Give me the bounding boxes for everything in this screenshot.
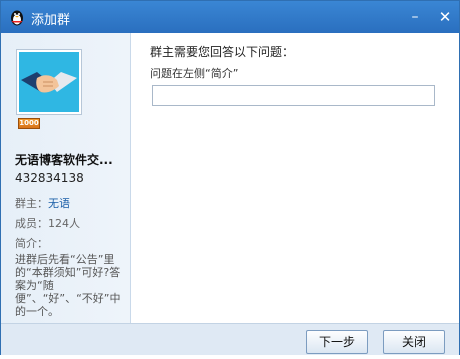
penguin-icon	[8, 8, 26, 26]
question-text: 问题在左侧“简介”	[150, 67, 239, 80]
owner-link[interactable]: 无语	[48, 197, 70, 210]
intro-text: 进群后先看“公告”里的“本群须知”可好?答案为“随便”、“好”、“不好”中的一个…	[15, 253, 121, 318]
members-value: 124人	[48, 217, 80, 230]
members-label: 成员：	[15, 217, 48, 230]
close-window-button[interactable]: ✕	[434, 6, 456, 28]
group-id: 432834138	[15, 171, 84, 185]
question-panel: 群主需要您回答以下问题： 问题在左侧“简介”	[132, 33, 459, 323]
title-bar[interactable]: 添加群 – ✕	[1, 1, 459, 33]
intro-label: 简介：	[15, 237, 48, 250]
window-title: 添加群	[31, 13, 71, 28]
owner-label: 群主：	[15, 197, 48, 210]
close-button[interactable]: 关闭	[383, 330, 445, 354]
owner-row: 群主：无语	[15, 195, 70, 211]
member-count-badge: 1000	[18, 118, 40, 129]
add-group-dialog: 添加群 – ✕ 1000 无语博客软件交... 432834138 群主：无语 …	[0, 0, 460, 355]
minimize-button[interactable]: –	[404, 6, 426, 28]
members-row: 成员：124人	[15, 215, 80, 231]
dialog-footer: 下一步 关闭	[1, 323, 459, 355]
answer-input[interactable]	[152, 85, 435, 106]
group-name: 无语博客软件交...	[15, 153, 113, 167]
group-info-panel: 1000 无语博客软件交... 432834138 群主：无语 成员：124人 …	[1, 33, 131, 323]
group-avatar: 1000	[16, 49, 82, 129]
handshake-icon	[19, 52, 79, 112]
question-heading: 群主需要您回答以下问题：	[150, 45, 295, 59]
next-step-button[interactable]: 下一步	[306, 330, 368, 354]
